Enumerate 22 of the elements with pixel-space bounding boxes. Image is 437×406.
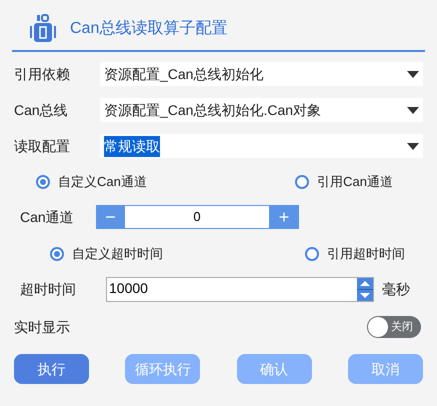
toggle-switch[interactable]: 关闭 bbox=[367, 316, 421, 338]
number-stepper[interactable]: − 0 + bbox=[96, 205, 299, 229]
field-label: 读取配置 bbox=[14, 136, 71, 156]
field-label: Can总线 bbox=[14, 100, 69, 120]
radio-label: 自定义超时时间 bbox=[72, 245, 163, 264]
radio-label: 自定义Can通道 bbox=[58, 173, 147, 192]
number-input[interactable]: 10000 bbox=[106, 276, 374, 302]
dropdown[interactable]: 常规读取 bbox=[100, 134, 423, 158]
field-label: 引用依赖 bbox=[14, 64, 71, 84]
field-label: 实时显示 bbox=[14, 318, 70, 336]
radio-label: 引用Can通道 bbox=[317, 173, 393, 192]
radio-label: 引用超时时间 bbox=[327, 245, 405, 264]
field-label: 超时时间 bbox=[19, 280, 77, 298]
unit-label: 毫秒 bbox=[382, 280, 410, 298]
dropdown[interactable]: 资源配置_Can总线初始化 bbox=[100, 62, 423, 86]
stepper-value: 0 bbox=[125, 206, 269, 228]
dropdown[interactable]: 资源配置_Can总线初始化.Can对象 bbox=[100, 98, 423, 122]
action-button[interactable]: 执行 bbox=[14, 354, 89, 384]
field-label: Can通道 bbox=[19, 208, 75, 226]
dialog-title: Can总线读取算子配置 bbox=[70, 18, 228, 39]
decrement-button[interactable]: − bbox=[96, 205, 125, 229]
increment-button[interactable]: + bbox=[269, 205, 299, 229]
